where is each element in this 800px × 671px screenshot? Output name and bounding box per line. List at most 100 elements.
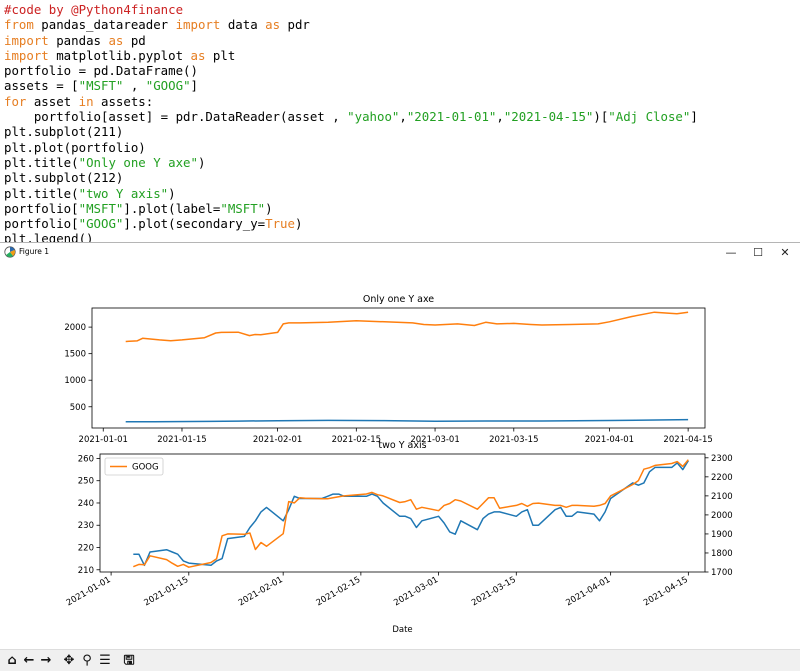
code-line: plt.plot(portfolio): [4, 140, 800, 155]
y-tick-label: 1500: [64, 350, 86, 360]
code-line: plt.subplot(211): [4, 124, 800, 139]
y2-tick-label: 2000: [711, 511, 733, 521]
code-token: ].plot(secondary_y=: [123, 216, 266, 232]
code-token: ,: [496, 109, 504, 125]
pan-icon[interactable]: ✥: [60, 652, 78, 669]
code-token: plt.title(: [4, 185, 79, 201]
code-token: in: [78, 93, 94, 109]
code-token: ].plot(label=: [123, 200, 221, 216]
x-tick-label: 2021-03-15: [470, 575, 518, 608]
code-line: #code by @Python4finance: [4, 2, 800, 17]
code-token: ,: [123, 78, 146, 94]
y2-tick-label: 1900: [711, 530, 733, 540]
code-line: import pandas as pd: [4, 33, 800, 48]
y-tick-label: 210: [78, 566, 94, 576]
back-icon[interactable]: ←: [20, 652, 38, 669]
code-token: ): [168, 185, 176, 201]
code-token: assets = [: [4, 78, 79, 94]
x-tick-label: 2021-02-01: [253, 435, 302, 445]
code-token: True: [265, 216, 295, 232]
code-token: plt.title(: [4, 154, 79, 170]
code-token: ,: [399, 109, 407, 125]
code-token: pandas: [48, 32, 109, 48]
save-icon[interactable]: 🖫: [120, 652, 138, 669]
code-token: plt.plot(portfolio): [4, 139, 146, 155]
x-tick-label: 2021-01-01: [65, 575, 113, 608]
code-token: asset: [26, 93, 79, 109]
configure-subplots-icon[interactable]: ☰: [96, 652, 114, 669]
chart-title: Only one Y axe: [363, 294, 434, 305]
code-token: ): [197, 154, 206, 170]
figure-canvas: Only one Y axe5001000150020002021-01-01 2…: [64, 294, 733, 635]
code-token: plt.subplot(211): [4, 124, 124, 140]
code-token: assets:: [93, 93, 154, 109]
y-tick-label: 250: [78, 477, 94, 487]
zoom-icon[interactable]: ⚲: [78, 652, 96, 669]
y-tick-label: 2000: [64, 323, 86, 333]
code-token: import: [175, 17, 221, 33]
code-token: "two Y axis": [78, 185, 169, 201]
x-tick-label: 2021-01-15: [143, 575, 191, 608]
x-tick-label: 2021-01-15: [157, 435, 206, 445]
code-line: portfolio = pd.DataFrame(): [4, 63, 800, 78]
code-line: plt.title("two Y axis"): [4, 186, 800, 201]
x-tick-label: 2021-02-01: [237, 575, 285, 608]
x-tick-label: 2021-03-15: [489, 435, 538, 445]
code-token: for: [4, 93, 27, 109]
code-token: as: [190, 47, 206, 63]
code-token: ]: [690, 109, 698, 125]
navigation-toolbar: ⌂ ← → ✥ ⚲ ☰ 🖫: [0, 649, 800, 671]
code-token: "Only one Y axe": [78, 154, 198, 170]
code-token: pandas_datareader: [33, 17, 176, 33]
y-tick-label: 240: [78, 499, 94, 509]
code-token: pd: [123, 32, 146, 48]
code-token: "MSFT": [78, 200, 124, 216]
x-tick-label: 2021-04-15: [663, 435, 712, 445]
code-token: plt.subplot(212): [4, 170, 124, 186]
code-token: #code by @Python4finance: [4, 2, 184, 17]
home-icon[interactable]: ⌂: [3, 652, 21, 669]
code-token: matplotlib.pyplot: [48, 47, 191, 63]
x-tick-label: 2021-04-01: [585, 435, 634, 445]
x-tick-label: 2021-01-01: [79, 435, 128, 445]
forward-icon[interactable]: →: [37, 652, 55, 669]
y-tick-label: 500: [70, 403, 86, 413]
chart-title: two Y axis: [378, 440, 426, 451]
x-tick-label: 2021-03-01: [392, 575, 440, 608]
code-editor: #code by @Python4finance from pandas_data…: [0, 0, 800, 262]
code-token: import: [4, 47, 49, 63]
code-token: "GOOG": [78, 216, 124, 232]
code-token: ]: [190, 78, 198, 94]
code-token: "yahoo": [347, 109, 400, 125]
y2-tick-label: 2300: [711, 454, 733, 464]
code-line: plt.subplot(212): [4, 170, 800, 185]
code-token: )[: [593, 109, 609, 125]
x-tick-label: 2021-02-15: [332, 435, 381, 445]
code-token: from: [4, 17, 34, 33]
y2-tick-label: 2200: [711, 473, 733, 483]
code-token: "MSFT": [220, 200, 266, 216]
code-token: "2021-04-15": [503, 109, 594, 125]
code-token: as: [265, 17, 281, 33]
y2-tick-label: 1700: [711, 568, 733, 578]
code-token: data: [220, 17, 266, 33]
code-token: pdr: [280, 17, 310, 33]
code-token: "MSFT": [78, 78, 124, 94]
y2-tick-label: 1800: [711, 549, 733, 559]
code-line: portfolio["GOOG"].plot(secondary_y=True): [4, 216, 800, 231]
code-token: portfolio = pd.DataFrame(): [4, 63, 198, 79]
code-token: "Adj Close": [608, 109, 691, 125]
code-line: import matplotlib.pyplot as plt: [4, 48, 800, 63]
code-token: portfolio[asset] = pdr.DataReader(asset …: [4, 109, 348, 125]
y-tick-label: 260: [78, 454, 94, 464]
code-token: plt: [205, 47, 236, 63]
y-tick-label: 230: [78, 521, 94, 531]
code-line: portfolio["MSFT"].plot(label="MSFT"): [4, 201, 800, 216]
code-token: portfolio[: [4, 216, 79, 232]
legend-label: GOOG: [132, 463, 159, 473]
y2-tick-label: 2100: [711, 492, 733, 502]
code-token: ): [265, 200, 273, 216]
code-token: ): [294, 216, 303, 232]
x-tick-label: 2021-04-15: [642, 575, 690, 608]
x-axis-label: Date: [392, 625, 412, 635]
